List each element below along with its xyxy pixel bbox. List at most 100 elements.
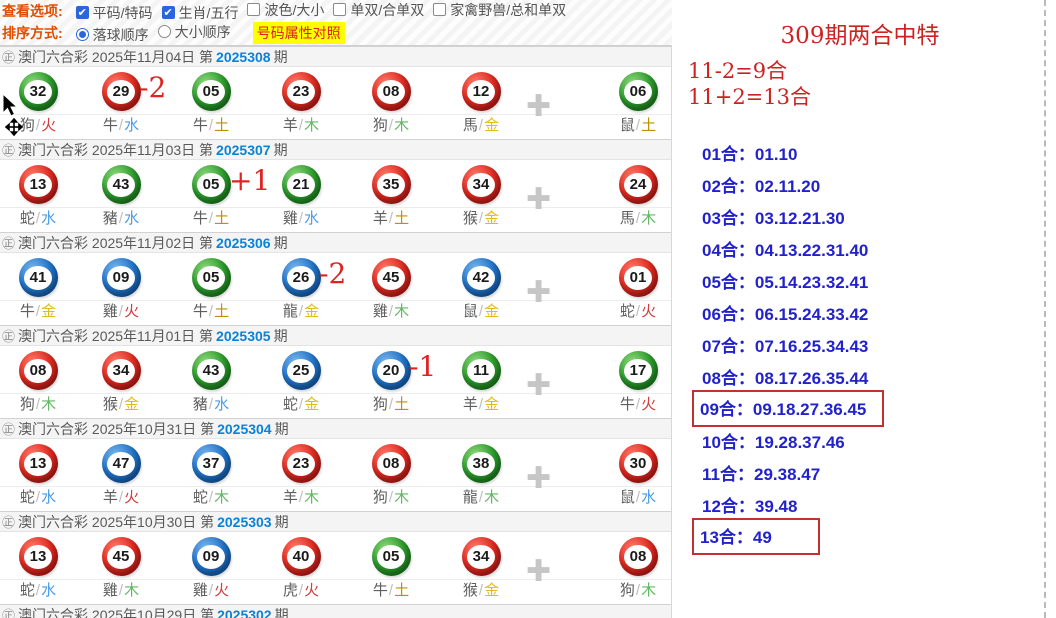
ball-number: 43 — [107, 173, 135, 197]
combo-item-inner: 13合：49 — [692, 518, 820, 555]
radio-icon[interactable] — [76, 28, 89, 41]
element-char: 火 — [41, 117, 56, 134]
element-char: 火 — [641, 396, 656, 413]
draw-body: 41牛/金09雞/火05牛/土26龍/金-245雞/木42鼠/金✚01蛇/火 — [0, 253, 671, 324]
ball-cell: 38龍/木 — [436, 439, 526, 510]
ball-number: 34 — [467, 545, 495, 569]
lottery-ball: 08 — [372, 72, 411, 111]
zodiac-char: 雞 — [103, 582, 118, 599]
lottery-ball: 45 — [102, 537, 141, 576]
ball-cell: 34猴/金 — [76, 346, 166, 417]
sort-options-label: 排序方式: — [2, 23, 63, 43]
zodiac-char: 牛 — [193, 303, 208, 320]
checkbox-option-3[interactable]: 单双/合单双 — [333, 0, 424, 20]
zodiac-char: 羊 — [283, 117, 298, 134]
checkbox-icon[interactable] — [433, 3, 446, 16]
element-char: 金 — [484, 210, 499, 227]
ball-number: 43 — [197, 359, 225, 383]
ball-number: 23 — [287, 80, 315, 104]
checkbox-icon[interactable]: ✔ — [162, 6, 175, 19]
draw-header: ㊣澳门六合彩 2025年10月30日 第2025303期 — [0, 511, 671, 532]
zodiac-char: 雞 — [193, 582, 208, 599]
ball-cell: 13蛇/水 — [0, 160, 76, 231]
ball-cell: 08 狗/木 — [346, 67, 436, 138]
element-char: 火 — [214, 582, 229, 599]
radio-option-1[interactable]: 大小顺序 — [158, 22, 231, 42]
combo-values: 49 — [753, 528, 772, 547]
zodiac-element-label: 猴/金 — [463, 207, 499, 228]
draw-source: 澳门六合彩 2025年11月04日 第 — [18, 47, 213, 67]
ball-number: 42 — [467, 266, 495, 290]
zodiac-char: 鼠 — [620, 489, 635, 506]
checkbox-option-2[interactable]: 波色/大小 — [247, 0, 324, 20]
lottery-ball: 43 — [192, 351, 231, 390]
checkbox-option-1[interactable]: ✔生肖/五行 — [162, 3, 239, 23]
combo-label: 08合： — [702, 369, 755, 388]
lottery-ball: 45 — [372, 258, 411, 297]
lottery-ball: 42 — [462, 258, 501, 297]
element-char: 金 — [124, 396, 139, 413]
zodiac-element-label: 牛/土 — [373, 579, 409, 600]
zodiac-element-label: 狗/木 — [373, 114, 409, 135]
draw-block: ㊣澳门六合彩 2025年11月02日 第2025306期41牛/金09雞/火05… — [0, 232, 671, 325]
ball-number: 30 — [624, 452, 652, 476]
special-ball-cell: 01蛇/火 — [592, 253, 672, 324]
combo-values: 39.48 — [755, 497, 798, 516]
combo-list-item: 06合：06.15.24.33.42 — [698, 296, 1044, 328]
zodiac-char: 猴 — [463, 210, 478, 227]
lottery-ball: 08 — [619, 537, 658, 576]
checkbox-option-0[interactable]: ✔平码/特码 — [76, 3, 153, 23]
zodiac-char: 豬 — [193, 396, 208, 413]
ball-cell: 43 豬/水 — [166, 346, 256, 417]
ball-number: 11 — [467, 359, 495, 383]
number-attribute-compare-link[interactable]: 号码属性对照 — [253, 22, 345, 44]
radio-icon[interactable] — [158, 25, 171, 38]
lottery-ball: 05 — [372, 537, 411, 576]
ball-cell: 34 猴/金 — [436, 160, 526, 231]
zodiac-element-label: 鼠/水 — [620, 486, 656, 507]
zodiac-char: 蛇 — [193, 489, 208, 506]
combo-label: 04合： — [702, 241, 755, 260]
zodiac-char: 龍 — [463, 489, 478, 506]
combo-label: 13合： — [700, 528, 753, 547]
draw-source: 澳门六合彩 2025年10月31日 第 — [18, 419, 214, 439]
ball-cell: 20狗/土-1 — [346, 346, 436, 417]
ball-number: 24 — [624, 173, 652, 197]
ball-number: 37 — [197, 452, 225, 476]
ball-cell: 25蛇/金 — [256, 346, 346, 417]
zodiac-element-label: 豬/水 — [103, 207, 139, 228]
ball-number: 12 — [467, 80, 495, 104]
element-char: 木 — [304, 117, 319, 134]
zodiac-element-label: 猴/金 — [463, 579, 499, 600]
lottery-ball: 20 — [372, 351, 411, 390]
element-char: 水 — [641, 489, 656, 506]
lottery-ball: 41 — [19, 258, 58, 297]
sort-options-radios: 落球顺序大小顺序 — [76, 22, 240, 45]
ball-cell: 13蛇/水 — [0, 439, 76, 510]
checkbox-icon[interactable]: ✔ — [76, 6, 89, 19]
ball-cell: 45雞/木 — [76, 532, 166, 603]
zodiac-char: 狗 — [373, 489, 388, 506]
checkbox-option-4[interactable]: 家禽野兽/总和单双 — [433, 0, 566, 20]
combo-values: 19.28.37.46 — [755, 433, 845, 452]
element-char: 金 — [41, 303, 56, 320]
handwritten-note: -2 — [139, 73, 166, 103]
radio-option-0[interactable]: 落球顺序 — [76, 25, 149, 45]
draw-header: ㊣澳门六合彩 2025年10月29日 第2025302期 — [0, 604, 671, 618]
zodiac-element-label: 羊/土 — [373, 207, 409, 228]
zodiac-element-label: 豬/水 — [193, 393, 229, 414]
combo-values: 03.12.21.30 — [755, 209, 845, 228]
checkbox-icon[interactable] — [333, 3, 346, 16]
element-char: 木 — [304, 489, 319, 506]
lottery-ball: 34 — [462, 165, 501, 204]
draw-body: 13蛇/水47羊/火37蛇/木23羊/木08狗/木38龍/木✚30鼠/水 — [0, 439, 671, 510]
zodiac-char: 狗 — [20, 117, 35, 134]
ball-cell: 05牛/土+1 — [166, 160, 256, 231]
zodiac-element-label: 馬/金 — [463, 114, 499, 135]
combo-label: 03合： — [702, 209, 755, 228]
checkbox-label: 波色/大小 — [264, 0, 324, 20]
checkbox-icon[interactable] — [247, 3, 260, 16]
ball-cell: 42鼠/金 — [436, 253, 526, 324]
zodiac-element-label: 牛/土 — [193, 114, 229, 135]
element-char: 水 — [41, 582, 56, 599]
